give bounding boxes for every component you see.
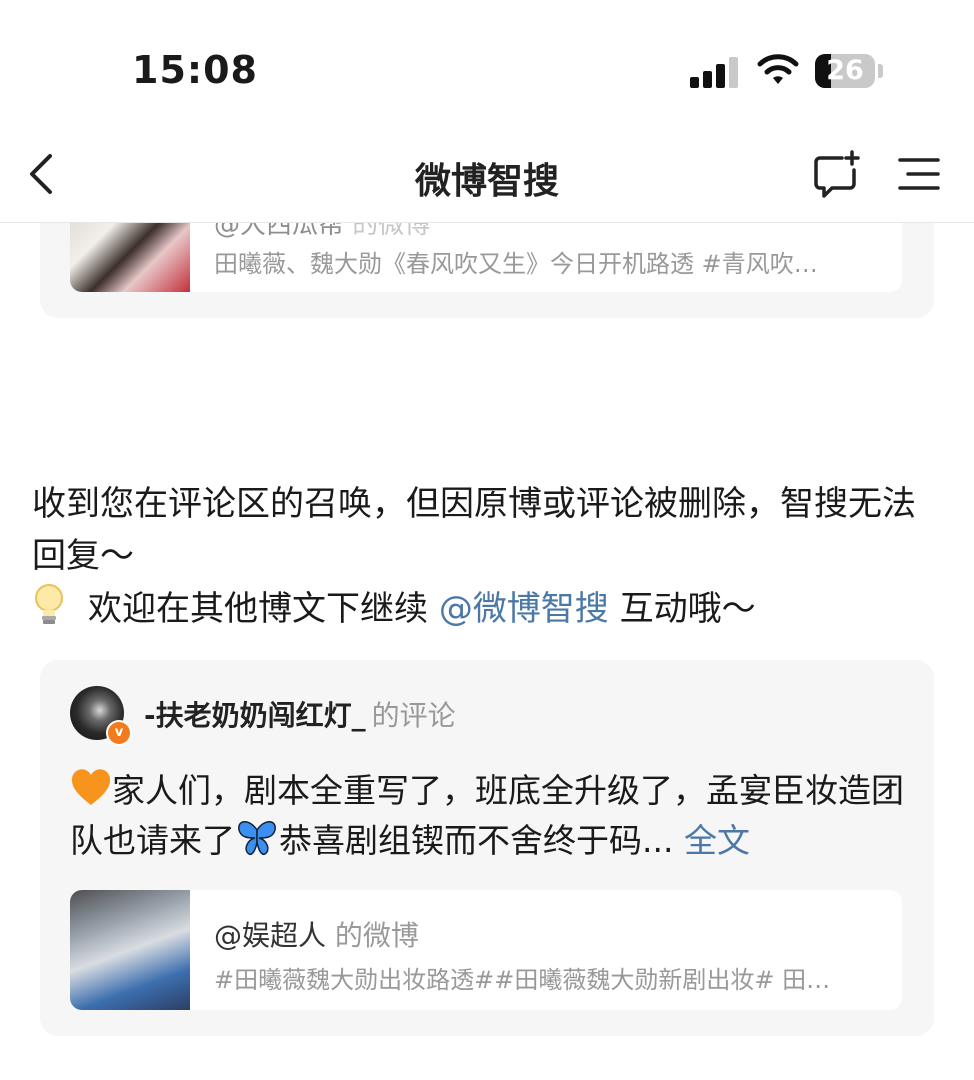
- orange-heart-icon: [70, 768, 112, 808]
- status-time: 15:08: [132, 48, 258, 92]
- verified-badge-icon: v: [106, 720, 132, 746]
- embed-author: @娱超人 的微博: [214, 914, 419, 954]
- wifi-icon: [756, 54, 800, 92]
- menu-icon: [898, 158, 940, 190]
- embed-description: #田曦薇魏大勋出妆路透##田曦薇魏大勋新剧出妆# 田…: [214, 966, 831, 994]
- butterfly-icon: [235, 818, 279, 858]
- comment-text: 家人们，剧本全重写了，班底全升级了，孟宴臣妆造团队也请来了 恭喜剧组锲而不舍终于码…: [70, 766, 910, 866]
- reply-line-1: 收到您在评论区的召唤，但因原博或评论被删除，智搜无法回复～: [32, 484, 916, 576]
- comment-text-part2: 恭喜剧组锲而不舍终于码...: [279, 821, 674, 860]
- mention-link[interactable]: @微博智搜: [439, 589, 609, 629]
- read-more-link[interactable]: 全文: [684, 821, 750, 860]
- post-thumbnail[interactable]: [70, 890, 190, 1010]
- comment-author[interactable]: -扶老奶奶闯红灯_ 的评论: [144, 694, 456, 734]
- reply-message: 收到您在评论区的召唤，但因原博或评论被删除，智搜无法回复～ 欢迎在其他博文下继续…: [32, 478, 942, 635]
- menu-button[interactable]: [896, 156, 942, 192]
- reply-line-2: 欢迎在其他博文下继续 @微博智搜 互动哦～: [32, 582, 942, 635]
- reply-line-2-prefix: 欢迎在其他博文下继续: [88, 589, 428, 629]
- original-post-embed[interactable]: @娱超人 的微博 #田曦薇魏大勋出妆路透##田曦薇魏大勋新剧出妆# 田…: [70, 890, 902, 1010]
- comment-author-name[interactable]: -扶老奶奶闯红灯_: [144, 699, 366, 732]
- referenced-comment-card[interactable]: v -扶老奶奶闯红灯_ 的评论 家人们，剧本全重写了，班底全升级了，孟宴臣妆造团队…: [40, 660, 934, 1036]
- battery-icon: 26: [815, 54, 875, 88]
- status-bar: 15:08 26: [0, 0, 974, 140]
- comment-author-suffix: 的评论: [371, 699, 456, 732]
- embed-description: 田曦薇、魏大勋《春风吹又生》今日开机路透 #青风吹…: [214, 250, 818, 278]
- reply-line-2-suffix: 互动哦～: [619, 589, 756, 629]
- navigation-bar: 微博智搜: [0, 140, 974, 223]
- embed-author-name[interactable]: @娱超人: [214, 919, 326, 952]
- lightbulb-icon: [32, 582, 66, 628]
- new-message-icon: [814, 150, 860, 198]
- embed-author-suffix: 的微博: [334, 919, 419, 952]
- battery-level: 26: [826, 55, 864, 86]
- cellular-signal-icon: [690, 56, 740, 88]
- new-message-button[interactable]: [812, 150, 862, 200]
- battery-cap: [878, 64, 883, 78]
